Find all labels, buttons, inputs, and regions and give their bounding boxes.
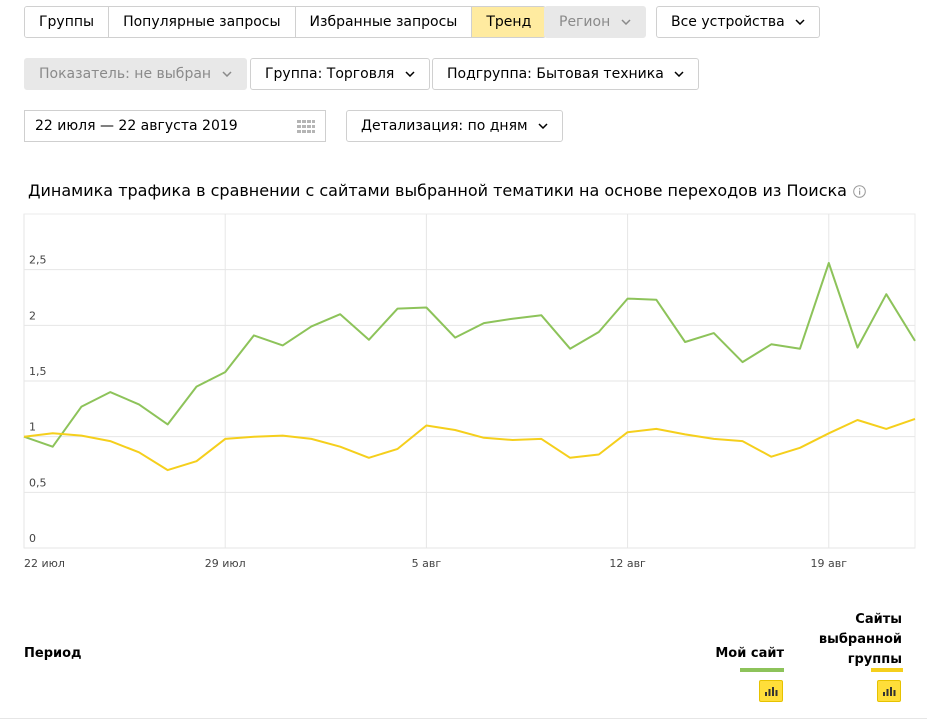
- chart-title: Динамика трафика в сравнении с сайтами в…: [28, 181, 866, 200]
- my-site-header: Мой сайт: [715, 646, 784, 661]
- subgroup-dropdown[interactable]: Подгруппа: Бытовая техника: [432, 58, 700, 90]
- chevron-down-icon: [221, 71, 232, 77]
- tab-groups[interactable]: Группы: [25, 7, 110, 37]
- region-dropdown[interactable]: Регион: [544, 6, 646, 38]
- y-tick-label: 1: [29, 421, 36, 434]
- info-icon[interactable]: [853, 185, 866, 198]
- period-header: Период: [24, 646, 82, 661]
- devices-dropdown[interactable]: Все устройства: [656, 6, 821, 38]
- y-tick-label: 2,5: [29, 254, 47, 267]
- traffic-chart: 0 0,5 1 1,5 2 2,5 22 июл 29 июл 5 авг 12 авг 19 ав…: [23, 213, 916, 570]
- detail-label: Детализация: по дням: [361, 118, 528, 134]
- x-tick-label: 22 июл: [24, 557, 65, 570]
- tab-favorite-queries[interactable]: Избранные запросы: [295, 7, 473, 37]
- calendar-icon[interactable]: [297, 120, 315, 134]
- y-tick-label: 0: [29, 532, 36, 545]
- subgroup-label: Подгруппа: Бытовая техника: [447, 66, 664, 82]
- chevron-down-icon: [405, 71, 415, 77]
- chevron-down-icon: [795, 19, 805, 25]
- chart-title-text: Динамика трафика в сравнении с сайтами в…: [28, 181, 847, 200]
- report-tabs: Группы Популярные запросы Избранные запр…: [24, 6, 547, 38]
- bar-chart-icon: [883, 687, 896, 696]
- group-sites-chart-toggle-button[interactable]: [877, 680, 901, 702]
- chevron-down-icon: [538, 123, 548, 129]
- y-tick-label: 1,5: [29, 365, 47, 378]
- my-site-series-line: [23, 262, 916, 448]
- group-sites-series-line: [23, 417, 916, 472]
- x-tick-label: 12 авг: [609, 557, 646, 570]
- my-site-chart-toggle-button[interactable]: [759, 680, 783, 702]
- date-range-picker[interactable]: 22 июля — 22 августа 2019: [24, 110, 326, 142]
- chevron-down-icon: [674, 71, 684, 77]
- table-divider: [0, 718, 927, 719]
- x-tick-label: 19 авг: [811, 557, 848, 570]
- region-label: Регион: [559, 14, 611, 30]
- y-tick-label: 2: [29, 309, 36, 322]
- chevron-down-icon: [621, 19, 631, 25]
- devices-label: Все устройства: [671, 14, 785, 30]
- x-tick-label: 29 июл: [205, 557, 246, 570]
- indicator-label: Показатель: не выбран: [39, 66, 212, 82]
- bar-chart-icon: [765, 687, 778, 696]
- group-sites-header: Сайты выбранной группы: [818, 612, 902, 667]
- group-sites-legend-swatch: [871, 668, 903, 672]
- tab-trend[interactable]: Тренд: [472, 7, 546, 37]
- indicator-dropdown[interactable]: Показатель: не выбран: [24, 58, 247, 90]
- tab-popular-queries[interactable]: Популярные запросы: [109, 7, 296, 37]
- date-range-value: 22 июля — 22 августа 2019: [35, 118, 238, 134]
- group-label: Группа: Торговля: [265, 66, 395, 82]
- group-dropdown[interactable]: Группа: Торговля: [250, 58, 430, 90]
- y-tick-label: 0,5: [29, 476, 47, 489]
- my-site-legend-swatch: [740, 668, 784, 672]
- x-tick-label: 5 авг: [412, 557, 442, 570]
- detail-dropdown[interactable]: Детализация: по дням: [346, 110, 564, 142]
